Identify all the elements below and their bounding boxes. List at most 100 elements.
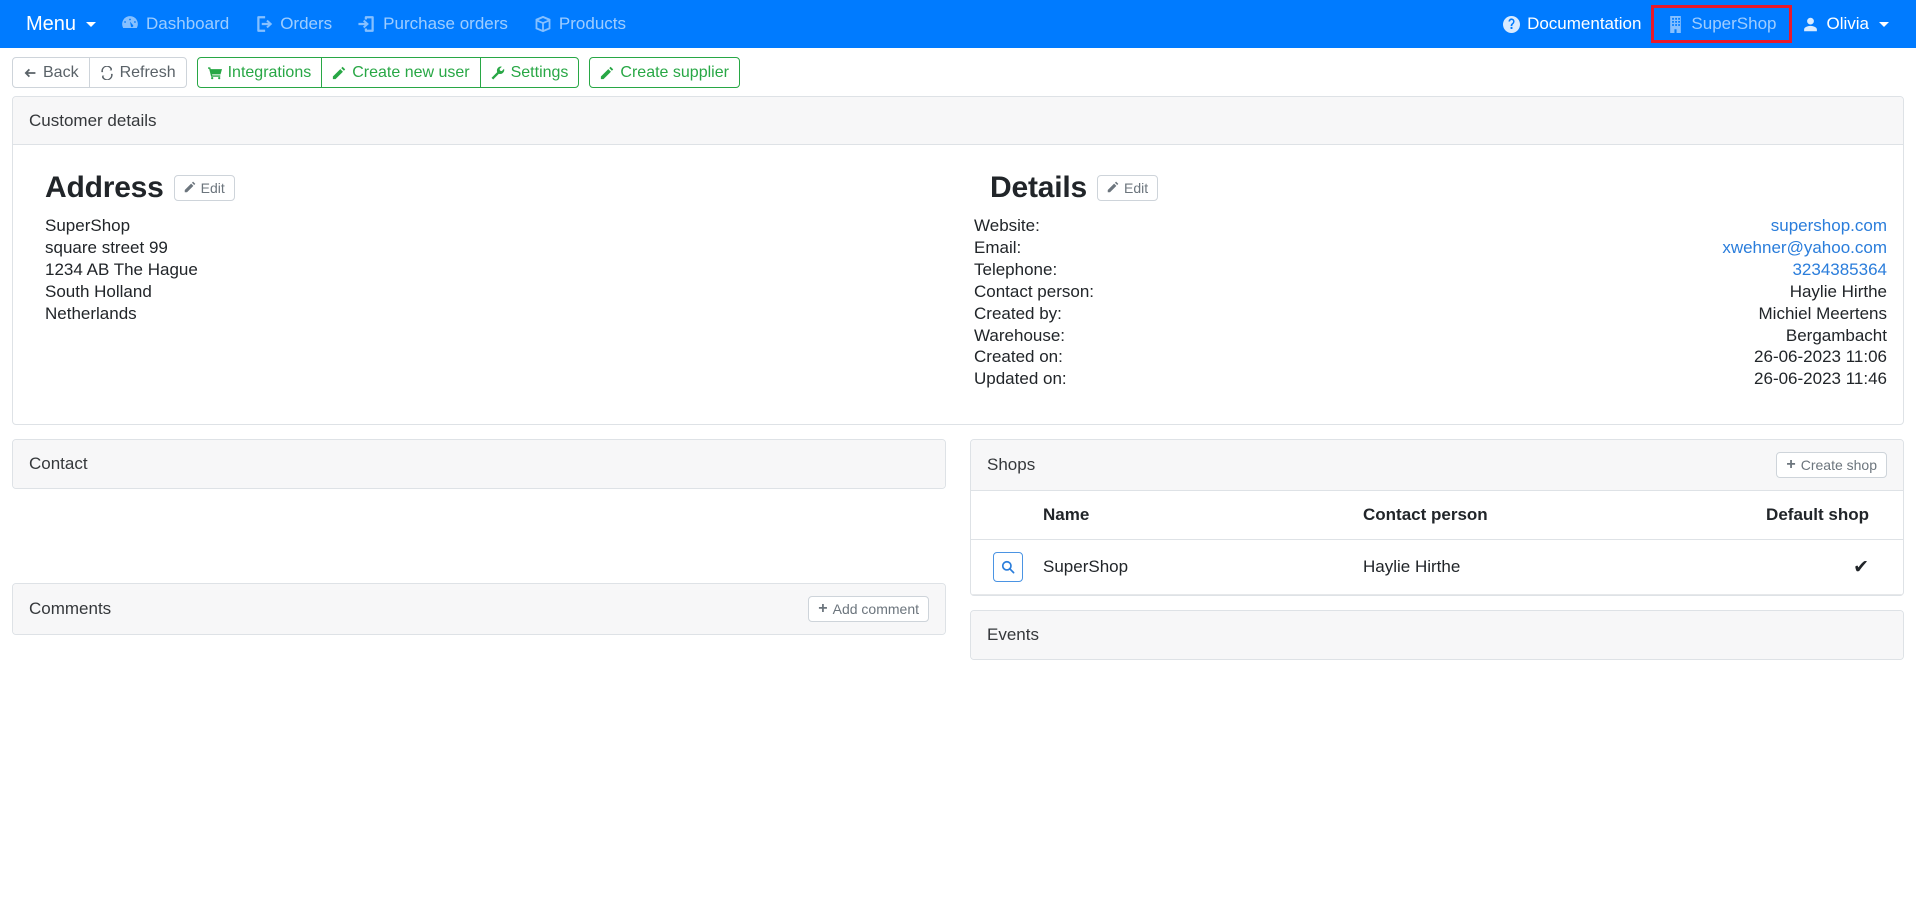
edit-details-label: Edit: [1123, 180, 1149, 197]
back-button[interactable]: Back: [12, 57, 90, 89]
nav-item-orders[interactable]: Orders: [242, 8, 345, 40]
details-label: Contact person:: [974, 281, 1095, 301]
edit-address-button[interactable]: Edit: [173, 175, 235, 202]
address-line: Netherlands: [45, 303, 137, 323]
comments-title: Comments: [29, 599, 112, 619]
telephone-link[interactable]: 3234385364: [1792, 260, 1887, 279]
plus-icon: +: [818, 600, 828, 618]
customer-details-body: Address Edit SuperShop square street 99 …: [13, 145, 1903, 424]
chevron-down-icon: [86, 21, 97, 27]
lower-panels-row: Contact Comments + Add comment Shops + C…: [12, 439, 1904, 674]
dashboard-icon: [121, 15, 139, 33]
nav-item-dashboard-label: Dashboard: [146, 14, 230, 33]
shops-table-head: Name Contact person Default shop: [971, 491, 1903, 541]
shops-col-contact-person: Contact person: [1353, 491, 1733, 541]
navbar-right-group: Documentation SuperShop Olivia: [1490, 5, 1902, 43]
back-button-label: Back: [43, 64, 79, 81]
building-icon: [1667, 15, 1684, 33]
table-row[interactable]: SuperShop Haylie Hirthe ✔: [971, 539, 1903, 596]
menu-label: Menu: [26, 12, 77, 35]
details-row: Website: supershop.com: [974, 215, 1887, 237]
contact-header: Contact: [13, 440, 945, 489]
customer-details-title: Customer details: [29, 110, 157, 130]
details-table: Website: supershop.com Email: xwehner@ya…: [974, 215, 1887, 390]
create-supplier-button-label: Create supplier: [620, 64, 729, 81]
shops-header: Shops + Create shop: [971, 440, 1903, 492]
address-line: South Holland: [45, 281, 152, 301]
integrations-button-label: Integrations: [227, 64, 312, 81]
nav-item-supershop[interactable]: SuperShop: [1651, 5, 1793, 43]
shops-row-contact-person: Haylie Hirthe: [1353, 539, 1733, 596]
edit-details-button[interactable]: Edit: [1096, 175, 1159, 202]
right-column: Shops + Create shop Name Contact person …: [970, 439, 1904, 674]
nav-item-documentation[interactable]: Documentation: [1490, 8, 1654, 40]
pencil-icon: [184, 180, 196, 196]
help-circle-icon: [1503, 15, 1521, 33]
details-label: Created by:: [974, 303, 1062, 323]
user-menu-label: Olivia: [1826, 14, 1869, 33]
customer-details-card: Customer details Address Edit SuperShop …: [12, 96, 1904, 426]
nav-item-products[interactable]: Products: [521, 8, 639, 40]
search-icon: [1001, 560, 1015, 574]
add-comment-label: Add comment: [832, 601, 919, 618]
nav-item-products-label: Products: [558, 14, 626, 33]
details-value: xwehner@yahoo.com: [1359, 237, 1887, 259]
add-comment-button[interactable]: + Add comment: [808, 596, 929, 623]
address-line: square street 99: [45, 238, 168, 258]
create-new-user-button[interactable]: Create new user: [321, 57, 481, 89]
create-supplier-button[interactable]: Create supplier: [589, 57, 740, 89]
refresh-button[interactable]: Refresh: [88, 57, 187, 89]
shops-col-action: [971, 491, 1033, 541]
details-label: Updated on:: [974, 369, 1067, 389]
shops-header-row: Name Contact person Default shop: [971, 491, 1903, 541]
user-menu-dropdown[interactable]: Olivia: [1789, 8, 1902, 40]
details-row: Created by: Michiel Meertens: [974, 303, 1887, 325]
comments-header: Comments + Add comment: [13, 584, 945, 635]
orders-icon: [255, 15, 273, 33]
left-column: Contact Comments + Add comment: [12, 439, 946, 674]
details-value: Haylie Hirthe: [1789, 281, 1887, 301]
page-content: Customer details Address Edit SuperShop …: [0, 96, 1916, 674]
create-shop-label: Create shop: [1800, 457, 1877, 474]
view-shop-button[interactable]: [993, 552, 1023, 583]
cart-icon: [207, 66, 222, 80]
primary-action-button-group: Integrations Create new user Settings: [196, 57, 580, 89]
address-title-row: Address Edit: [45, 171, 942, 205]
shops-table-body: SuperShop Haylie Hirthe ✔: [971, 539, 1903, 596]
user-icon: [1802, 16, 1819, 33]
shops-col-default-shop: Default shop: [1733, 491, 1903, 541]
nav-item-supershop-label: SuperShop: [1691, 14, 1777, 33]
contact-card: Contact: [12, 439, 946, 490]
refresh-button-label: Refresh: [119, 64, 176, 81]
menu-dropdown[interactable]: Menu: [14, 9, 108, 40]
address-line: 1234 AB The Hague: [45, 259, 198, 279]
pencil-icon: [332, 66, 346, 80]
integrations-button[interactable]: Integrations: [196, 57, 323, 89]
nav-item-purchase-orders[interactable]: Purchase orders: [345, 8, 521, 40]
nav-item-dashboard[interactable]: Dashboard: [108, 8, 242, 40]
details-value: 26-06-2023 11:06: [1754, 347, 1887, 367]
shops-table: Name Contact person Default shop SuperSh…: [971, 491, 1903, 596]
contact-spacer: [12, 503, 946, 583]
create-supplier-button-group: Create supplier: [589, 57, 740, 89]
action-toolbar: Back Refresh Integrations Create new use…: [0, 48, 1916, 96]
email-link[interactable]: xwehner@yahoo.com: [1722, 238, 1887, 257]
settings-button[interactable]: Settings: [479, 57, 580, 89]
address-title: Address: [45, 171, 164, 205]
details-label: Telephone:: [974, 259, 1058, 279]
products-icon: [534, 15, 552, 33]
pencil-icon: [600, 66, 614, 80]
create-shop-button[interactable]: + Create shop: [1776, 452, 1887, 479]
shops-col-name: Name: [1033, 491, 1353, 541]
refresh-icon: [100, 65, 114, 80]
details-label: Email:: [974, 238, 1022, 258]
events-card: Events: [970, 610, 1904, 661]
shops-title: Shops: [987, 455, 1036, 475]
address-line: SuperShop: [45, 216, 131, 236]
arrow-left-icon: [23, 66, 37, 80]
purchase-orders-icon: [358, 15, 376, 33]
shops-row-name: SuperShop: [1033, 539, 1353, 596]
chevron-down-icon: [1879, 21, 1889, 27]
website-link[interactable]: supershop.com: [1771, 216, 1887, 235]
details-value: Michiel Meertens: [1758, 303, 1888, 323]
